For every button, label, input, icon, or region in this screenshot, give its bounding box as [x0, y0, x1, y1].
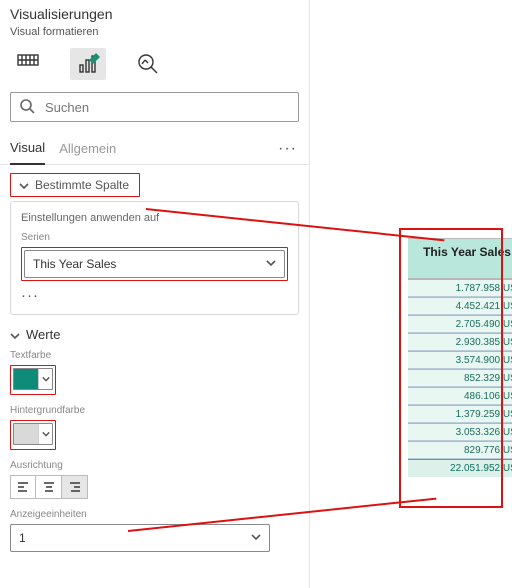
chevron-down-icon — [19, 180, 29, 190]
section-values[interactable]: Werte — [0, 325, 309, 350]
align-left-button[interactable] — [10, 475, 36, 499]
format-visual-icon[interactable] — [70, 48, 106, 80]
table-row: 1.787.958 USD — [408, 279, 512, 297]
alignment-label: Ausrichtung — [10, 460, 299, 471]
chevron-down-icon — [266, 257, 276, 271]
section-label: Bestimmte Spalte — [35, 178, 129, 192]
series-label: Serien — [21, 232, 288, 243]
apply-settings-card: Einstellungen anwenden auf Serien This Y… — [10, 201, 299, 315]
table-row: 829.776 USD — [408, 441, 512, 459]
visualizations-pane: Visualisierungen Visual formatieren Visu… — [0, 0, 310, 588]
search-box[interactable] — [10, 92, 299, 122]
table-preview: This Year Sales 1.787.958 USD 4.452.421 … — [408, 238, 512, 477]
values-card: Textfarbe Hintergrundfarbe Ausrichtung — [0, 350, 309, 562]
format-tabs: Visual Allgemein ··· — [0, 130, 309, 165]
tab-general[interactable]: Allgemein — [59, 135, 116, 164]
pane-subtitle: Visual formatieren — [0, 24, 309, 42]
tab-visual[interactable]: Visual — [10, 134, 45, 165]
table-column-header: This Year Sales — [408, 239, 512, 279]
search-icon — [19, 98, 35, 117]
series-value: This Year Sales — [33, 257, 116, 271]
chevron-down-icon — [38, 424, 52, 444]
table-row: 3.574.900 USD — [408, 351, 512, 369]
chevron-down-icon — [38, 369, 52, 389]
section-label: Werte — [26, 327, 60, 342]
display-units-value: 1 — [19, 531, 26, 545]
align-right-button[interactable] — [62, 475, 88, 499]
chevron-down-icon — [10, 330, 20, 340]
alignment-group — [10, 475, 299, 499]
text-color-picker[interactable] — [13, 368, 53, 390]
bg-color-picker[interactable] — [13, 423, 53, 445]
bg-color-label: Hintergrundfarbe — [10, 405, 299, 416]
table-row: 4.452.421 USD — [408, 297, 512, 315]
display-units-label: Anzeigeeinheiten — [10, 509, 299, 520]
analytics-icon[interactable] — [130, 48, 166, 80]
tabs-overflow-icon[interactable]: ··· — [278, 140, 299, 158]
search-input[interactable] — [43, 99, 290, 116]
table-total-row: 22.051.952 USD — [408, 459, 512, 477]
table-row: 1.379.259 USD — [408, 405, 512, 423]
pane-header: Visualisierungen — [0, 0, 309, 24]
color-swatch — [14, 369, 38, 389]
table-row: 2.930.385 USD — [408, 333, 512, 351]
table-row: 486.106 USD — [408, 387, 512, 405]
chevron-down-icon — [251, 531, 261, 545]
card-overflow-icon[interactable]: ··· — [21, 287, 288, 304]
pane-title: Visualisierungen — [10, 6, 112, 22]
table-row: 3.053.326 USD — [408, 423, 512, 441]
align-center-button[interactable] — [36, 475, 62, 499]
text-color-label: Textfarbe — [10, 350, 299, 361]
table-row: 852.329 USD — [408, 369, 512, 387]
build-visual-icon[interactable] — [10, 48, 46, 80]
table-row: 2.705.490 USD — [408, 315, 512, 333]
format-mode-row — [0, 42, 309, 88]
section-specific-column[interactable]: Bestimmte Spalte — [10, 173, 140, 197]
series-select[interactable]: This Year Sales — [24, 250, 285, 278]
color-swatch — [14, 424, 38, 444]
